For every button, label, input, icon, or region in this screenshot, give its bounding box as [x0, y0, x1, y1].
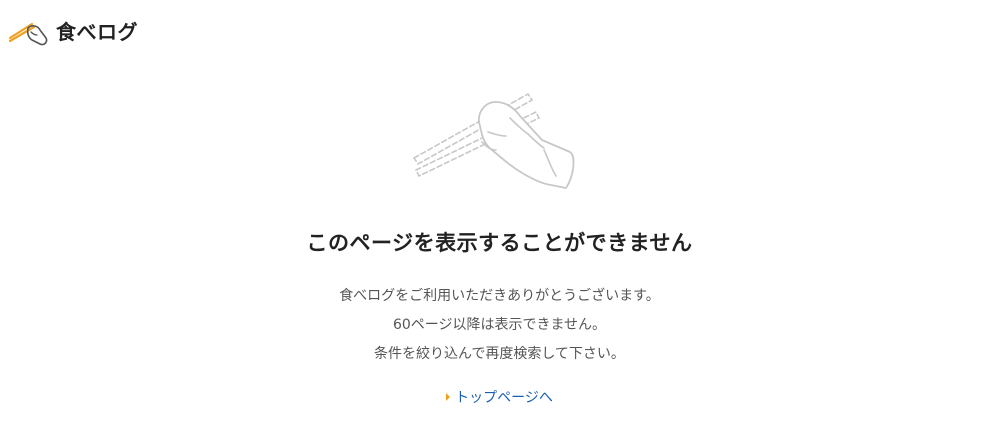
caret-right-icon — [446, 393, 451, 401]
logo-text: 食べログ — [56, 20, 138, 44]
page-title: このページを表示することができません — [306, 231, 693, 255]
top-page-link[interactable]: トップページへ — [446, 387, 553, 407]
site-header: 食べログ — [8, 14, 138, 50]
message-line: 60ページ以降は表示できません。 — [392, 317, 607, 333]
chopsticks-hand-illustration — [412, 92, 575, 189]
chopsticks-hand-icon — [8, 22, 48, 46]
error-content: このページを表示することができません 食べログをご利用いただきありがとうございま… — [0, 226, 999, 407]
message-line: 条件を絞り込んで再度検索して下さい。 — [374, 346, 625, 362]
message-list: 食べログをご利用いただきありがとうございます。 60ページ以降は表示できません。… — [0, 282, 999, 369]
error-page: 食べログ このページを表示することができません 食べログをご利用いただきありがと… — [0, 0, 999, 440]
top-page-link-label: トップページへ — [455, 390, 553, 406]
message-line: 食べログをご利用いただきありがとうございます。 — [339, 288, 660, 304]
logo-link[interactable]: 食べログ — [8, 16, 138, 48]
